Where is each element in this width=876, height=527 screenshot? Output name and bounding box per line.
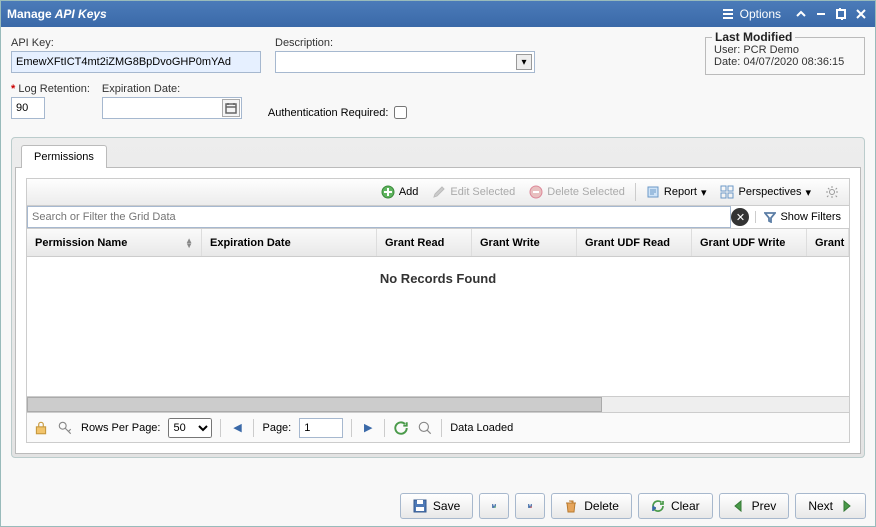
log-retention-input[interactable] (11, 97, 45, 119)
next-page-icon[interactable]: ▶ (360, 420, 376, 436)
save-delete-button[interactable] (515, 493, 545, 519)
delete-button[interactable]: Delete (551, 493, 632, 519)
options-button[interactable]: Options (716, 6, 781, 22)
chevron-down-icon: ▾ (805, 186, 811, 199)
key-icon[interactable] (57, 420, 73, 436)
delete-selected-button[interactable]: Delete Selected (525, 183, 629, 201)
log-retention-label: Log Retention: (11, 83, 90, 95)
lock-icon[interactable] (33, 420, 49, 436)
last-modified-box: Last Modified User: PCR Demo Date: 04/07… (705, 37, 865, 75)
show-filters-button[interactable]: Show Filters (755, 211, 849, 223)
auth-required-label: Authentication Required: (268, 107, 388, 119)
edit-selected-button[interactable]: Edit Selected (428, 183, 519, 201)
api-key-label: API Key: (11, 37, 261, 49)
description-expand-icon[interactable]: ▾ (516, 54, 532, 70)
zoom-icon[interactable] (417, 420, 433, 436)
col-permission-name[interactable]: Permission Name▲▼ (27, 229, 202, 256)
minimize-icon[interactable] (793, 6, 809, 22)
refresh-icon[interactable] (393, 420, 409, 436)
horizontal-scrollbar[interactable] (26, 397, 850, 413)
lm-date-label: Date: (714, 56, 740, 68)
tab-permissions[interactable]: Permissions (21, 145, 107, 168)
list-icon (720, 6, 736, 22)
lm-date-value: 04/07/2020 08:36:15 (743, 56, 844, 68)
options-label: Options (740, 7, 781, 21)
maximize-icon[interactable] (833, 6, 849, 22)
add-button[interactable]: Add (377, 183, 423, 201)
prev-page-icon[interactable]: ◀ (229, 420, 245, 436)
rows-per-page-select[interactable]: 50 (168, 418, 212, 438)
col-grant-read[interactable]: Grant Read (377, 229, 472, 256)
col-expiration-date[interactable]: Expiration Date (202, 229, 377, 256)
clear-button[interactable]: Clear (638, 493, 713, 519)
window-titlebar: Manage API Keys Options (1, 1, 875, 27)
page-input[interactable] (299, 418, 343, 438)
grid-empty-text: No Records Found (380, 271, 496, 286)
report-button[interactable]: Report ▾ (642, 183, 711, 201)
description-label: Description: (275, 37, 535, 49)
grid-body: No Records Found (26, 257, 850, 397)
pager-status: Data Loaded (450, 422, 513, 434)
col-grant-rename[interactable]: Grant Ren (807, 229, 849, 256)
col-grant-udf-read[interactable]: Grant UDF Read (577, 229, 692, 256)
auth-required-checkbox[interactable] (394, 106, 407, 119)
save-button[interactable]: Save (400, 493, 473, 519)
perspectives-button[interactable]: Perspectives ▾ (716, 183, 815, 201)
calendar-icon[interactable] (222, 99, 240, 117)
prev-button[interactable]: Prev (719, 493, 790, 519)
api-key-input[interactable] (11, 51, 261, 73)
close-icon[interactable] (853, 6, 869, 22)
chevron-down-icon: ▾ (701, 186, 707, 199)
lm-user-value: PCR Demo (743, 44, 799, 56)
collapse-icon[interactable] (813, 6, 829, 22)
rows-per-page-label: Rows Per Page: (81, 422, 160, 434)
grid-search-input[interactable] (27, 206, 731, 228)
lm-user-label: User: (714, 44, 740, 56)
save-new-button[interactable] (479, 493, 509, 519)
page-label: Page: (262, 422, 291, 434)
clear-search-icon[interactable]: ✕ (731, 208, 749, 226)
description-input[interactable] (275, 51, 535, 73)
col-grant-udf-write[interactable]: Grant UDF Write (692, 229, 807, 256)
last-modified-legend: Last Modified (712, 30, 795, 44)
sort-icon: ▲▼ (185, 238, 193, 248)
grid-header: Permission Name▲▼ Expiration Date Grant … (26, 229, 850, 257)
expiration-date-input[interactable] (102, 97, 242, 119)
next-button[interactable]: Next (795, 493, 866, 519)
col-grant-write[interactable]: Grant Write (472, 229, 577, 256)
window-title-strong: Manage (7, 7, 52, 21)
window-title-italic: API Keys (55, 7, 107, 21)
gear-icon[interactable] (821, 183, 843, 201)
expiration-date-label: Expiration Date: (102, 83, 242, 95)
